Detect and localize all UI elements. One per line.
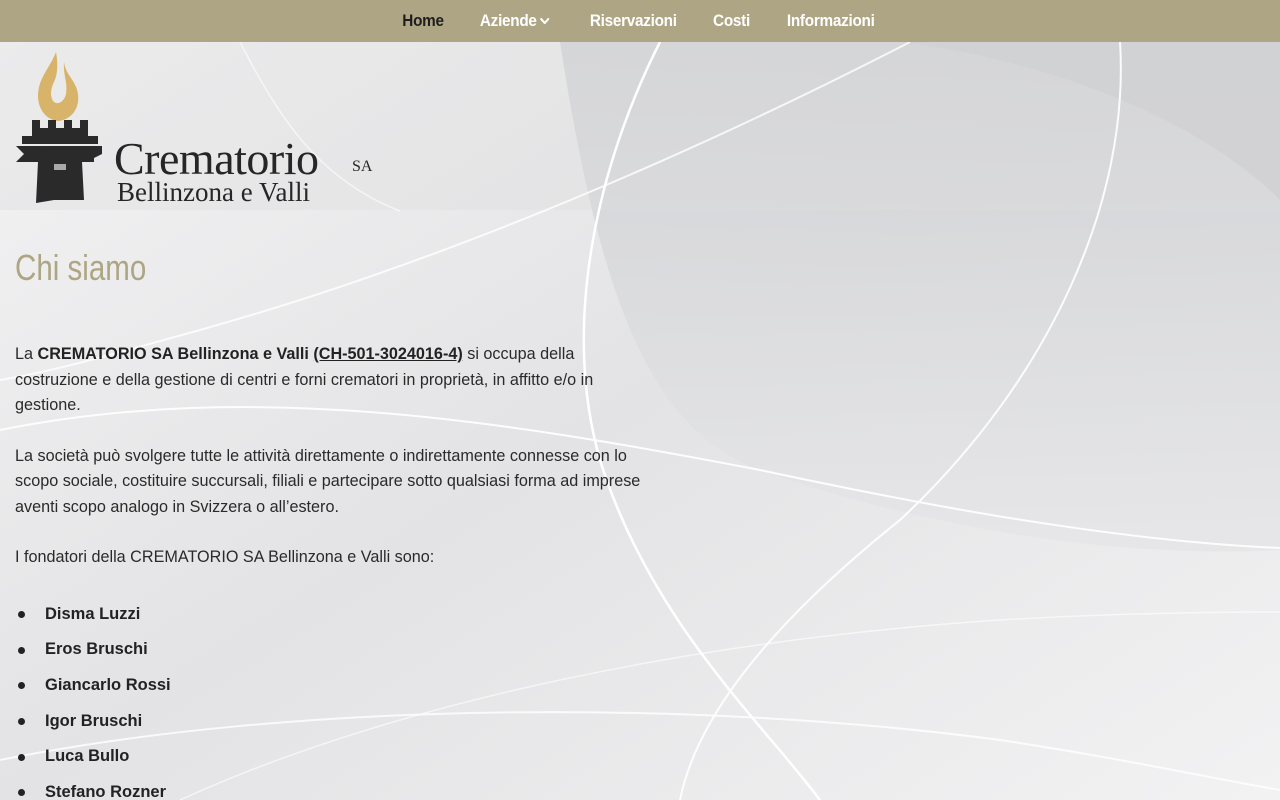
logo-suffix: SA — [352, 158, 373, 175]
page-title: Chi siamo — [15, 247, 147, 288]
intro-prefix: La — [15, 345, 38, 363]
registry-link[interactable]: (CH-501-3024016-4) — [313, 345, 462, 363]
nav-item-informazioni-label: Informazioni — [786, 11, 875, 30]
list-item: Stefano Rozner — [15, 774, 655, 800]
site-header: Crematorio SA Bellinzona e Valli — [0, 42, 1280, 211]
intro-paragraph: La CREMATORIO SA Bellinzona e Valli (CH-… — [15, 342, 655, 419]
torch-tower-icon — [16, 52, 102, 203]
nav-item-aziende-label: Aziende — [480, 11, 538, 30]
nav-item-riservazioni[interactable]: Riservazioni — [576, 11, 690, 31]
company-name: CREMATORIO SA Bellinzona e Valli — [37, 345, 309, 363]
logo-subtitle: Bellinzona e Valli — [117, 177, 310, 207]
nav-item-aziende[interactable]: Aziende — [467, 11, 564, 31]
main-content: Chi siamo La CREMATORIO SA Bellinzona e … — [15, 211, 655, 800]
activities-paragraph: La società può svolgere tutte le attivit… — [15, 446, 641, 516]
list-item: Disma Luzzi — [15, 597, 655, 633]
list-item: Igor Bruschi — [15, 703, 655, 739]
founders-list: Disma Luzzi Eros Bruschi Giancarlo Rossi… — [15, 597, 655, 800]
nav-item-informazioni[interactable]: Informazioni — [773, 11, 888, 31]
nav-item-costi[interactable]: Costi — [700, 11, 764, 31]
nav-item-riservazioni-label: Riservazioni — [589, 11, 677, 30]
list-item: Eros Bruschi — [15, 632, 655, 668]
founders-intro: I fondatori della CREMATORIO SA Bellinzo… — [15, 548, 435, 566]
main-navbar: Home Aziende Riservazioni Costi Informaz… — [0, 0, 1280, 42]
chevron-down-icon — [540, 17, 550, 25]
nav-item-home[interactable]: Home — [389, 11, 457, 31]
list-item: Giancarlo Rossi — [15, 668, 655, 704]
nav-item-home-label: Home — [402, 11, 445, 30]
nav-list: Home Aziende Riservazioni Costi Informaz… — [385, 11, 894, 31]
nav-item-costi-label: Costi — [713, 11, 751, 30]
site-logo[interactable]: Crematorio SA Bellinzona e Valli — [14, 50, 394, 207]
list-item: Luca Bullo — [15, 739, 655, 775]
